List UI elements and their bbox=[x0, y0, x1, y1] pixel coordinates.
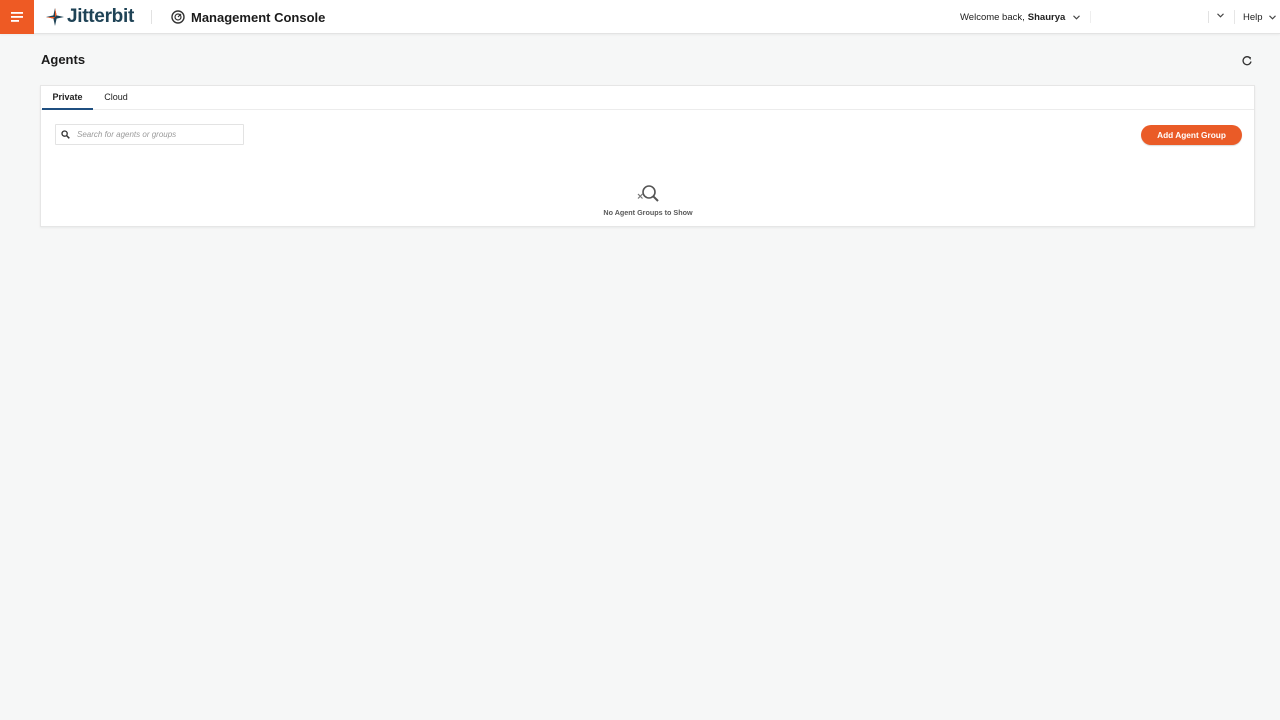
hamburger-menu-icon bbox=[11, 12, 23, 22]
chevron-down-icon bbox=[1217, 13, 1224, 18]
jitterbit-logo[interactable]: Jitterbit bbox=[46, 6, 134, 28]
hamburger-menu-button[interactable] bbox=[0, 0, 34, 34]
username: Shaurya bbox=[1027, 11, 1066, 23]
refresh-icon bbox=[1242, 56, 1252, 66]
organization-dropdown[interactable] bbox=[1090, 10, 1228, 24]
search-icon bbox=[61, 130, 70, 139]
org-divider-right bbox=[1208, 11, 1209, 23]
top-bar: Jitterbit Management Console Welcome bac… bbox=[0, 0, 1280, 34]
help-menu[interactable]: Help bbox=[1243, 10, 1276, 24]
no-results-search-icon bbox=[637, 185, 659, 202]
welcome-text: Welcome back, bbox=[960, 11, 1025, 23]
user-menu[interactable]: Welcome back, Shaurya bbox=[960, 10, 1081, 24]
brand-name: Jitterbit bbox=[67, 6, 134, 27]
header-divider bbox=[151, 10, 152, 24]
refresh-button[interactable] bbox=[1241, 54, 1253, 66]
app-title-label: Management Console bbox=[191, 9, 326, 25]
add-agent-group-button[interactable]: Add Agent Group bbox=[1141, 125, 1242, 145]
tab-private[interactable]: Private bbox=[42, 86, 93, 110]
search-box[interactable] bbox=[55, 124, 244, 145]
org-divider-left bbox=[1090, 11, 1091, 23]
search-input[interactable] bbox=[77, 127, 237, 142]
chevron-down-icon bbox=[1073, 14, 1081, 20]
management-console-icon bbox=[171, 10, 185, 24]
page-title: Agents bbox=[41, 52, 86, 67]
agents-panel: Private Cloud Add Agent Group No Agent G… bbox=[40, 85, 1255, 227]
app-title: Management Console bbox=[171, 8, 325, 26]
jitterbit-logo-icon bbox=[46, 8, 64, 26]
empty-state: No Agent Groups to Show bbox=[581, 184, 715, 217]
empty-state-message: No Agent Groups to Show bbox=[603, 208, 693, 217]
help-divider bbox=[1234, 10, 1235, 24]
help-label: Help bbox=[1243, 11, 1263, 23]
tab-cloud[interactable]: Cloud bbox=[99, 86, 133, 110]
chevron-down-icon bbox=[1268, 14, 1276, 20]
agent-tabs: Private Cloud bbox=[41, 86, 1254, 110]
